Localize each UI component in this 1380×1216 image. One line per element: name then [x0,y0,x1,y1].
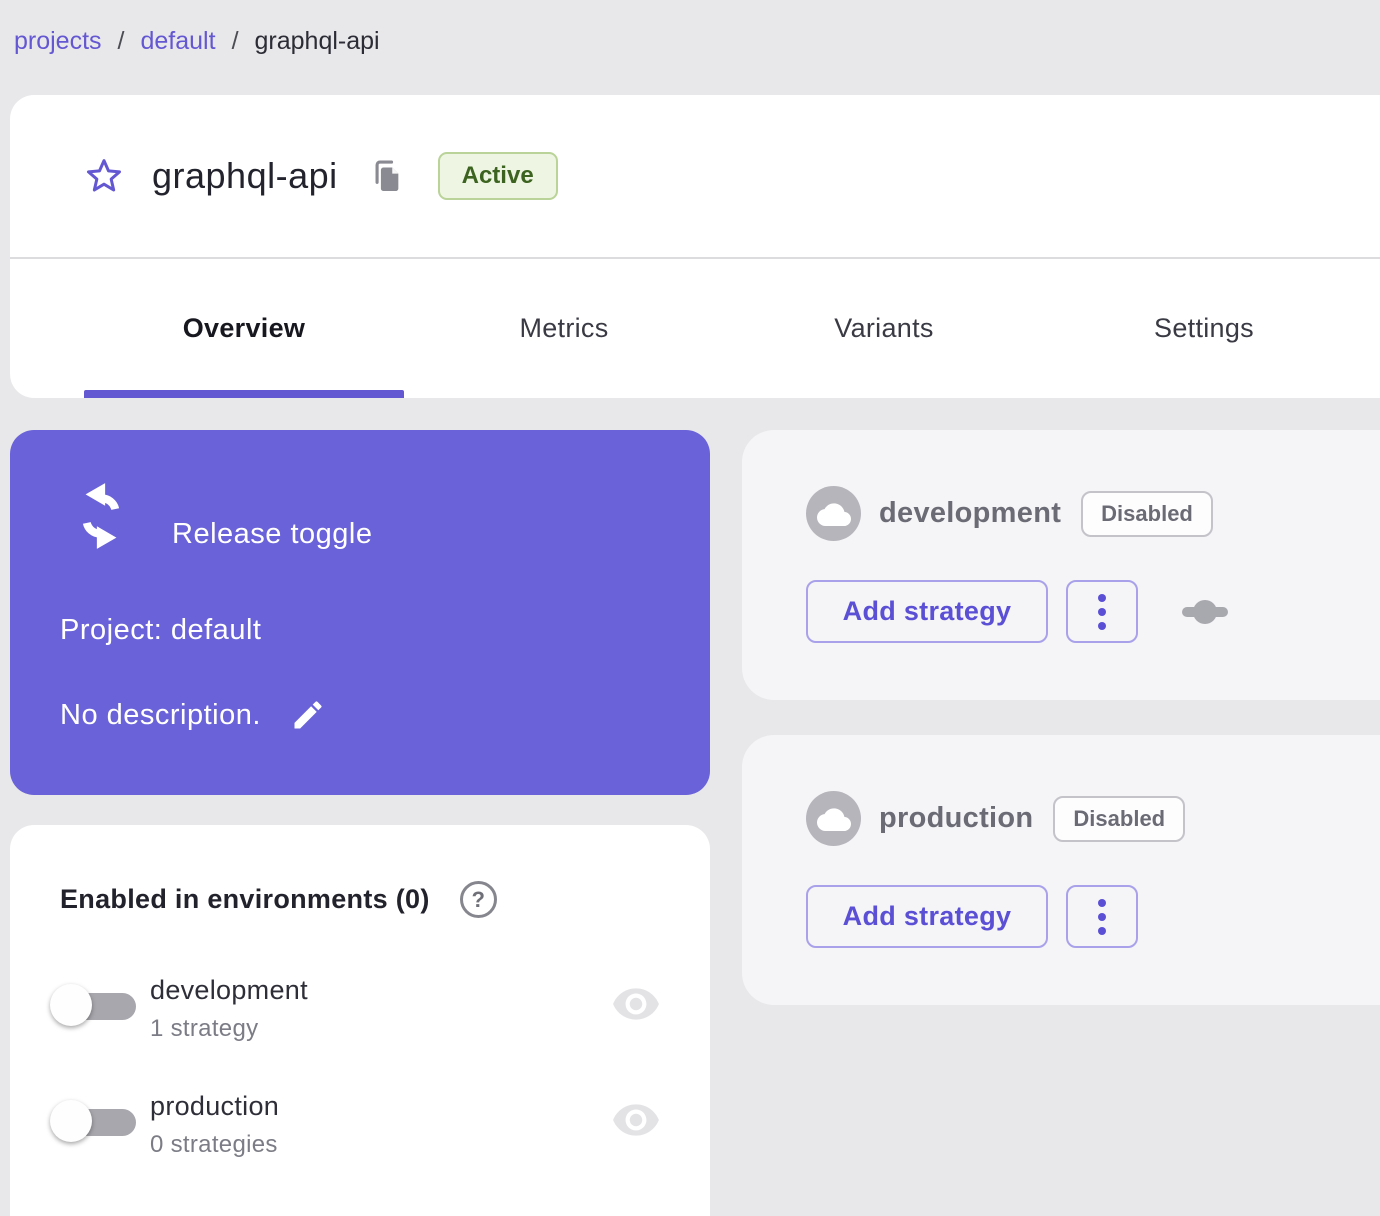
toggle-switch-production[interactable] [48,1097,148,1147]
tab-bar: Overview Metrics Variants Settings [10,259,1380,398]
panel-title: Enabled in environments (0) [60,884,430,914]
breadcrumb: projects / default / graphql-api [14,27,380,56]
toggle-type-label: Release toggle [172,518,373,550]
cloud-icon [806,486,861,541]
strategy-count: 0 strategies [150,1131,278,1158]
environment-header: development Disabled [806,486,1213,541]
environment-card-production: production Disabled Add strategy [742,735,1380,1005]
toggle-description-row: No description. [60,696,327,734]
row-labels: production 0 strategies [150,1091,279,1159]
add-strategy-button[interactable]: Add strategy [806,885,1048,948]
environment-name: production [150,1091,280,1121]
refresh-icon [68,480,134,552]
environment-toggle-row-production: production 0 strategies [10,1089,710,1179]
toggle-switch-development[interactable] [48,981,148,1031]
favorite-star-icon[interactable] [84,156,124,196]
environment-toggle-row-development: development 1 strategy [10,973,710,1063]
feature-title-row: graphql-api Active [10,95,1380,257]
strategy-count: 1 strategy [150,1015,259,1042]
cloud-icon [806,791,861,846]
environment-name: development [879,497,1062,529]
tab-variants[interactable]: Variants [724,259,1044,398]
help-icon[interactable]: ? [459,881,497,918]
environment-status-badge: Disabled [1053,795,1186,842]
breadcrumb-default[interactable]: default [141,27,216,56]
enabled-environments-panel: Enabled in environments (0) ? developmen… [10,825,710,1216]
environment-card-development: development Disabled Add strategy [742,430,1380,700]
tab-overview[interactable]: Overview [84,259,404,398]
panel-header: Enabled in environments (0) ? [60,881,497,918]
eye-icon[interactable] [611,1103,661,1139]
environment-actions: Add strategy [806,885,1138,948]
environment-name: production [879,802,1034,834]
feature-header-card: graphql-api Active Overview Metrics Vari… [10,95,1380,398]
tab-settings[interactable]: Settings [1044,259,1364,398]
copy-icon[interactable] [370,157,404,195]
row-labels: development 1 strategy [150,975,308,1043]
environment-header: production Disabled [806,791,1186,846]
environment-actions: Add strategy [806,580,1228,643]
edit-pencil-icon[interactable] [289,696,327,734]
breadcrumb-current: graphql-api [254,27,380,55]
status-badge: Active [437,152,558,200]
tab-metrics[interactable]: Metrics [404,259,724,398]
slider-icon [1182,599,1228,625]
environment-name: development [150,975,308,1005]
environment-status-badge: Disabled [1081,490,1213,537]
kebab-menu-button[interactable] [1066,580,1138,643]
breadcrumb-separator: / [117,27,125,55]
page-title: graphql-api [152,155,338,196]
kebab-menu-button[interactable] [1066,885,1138,948]
toggle-project-label: Project: default [60,614,262,646]
eye-icon[interactable] [611,987,661,1023]
active-tab-indicator [84,390,404,398]
feature-info-card: Release toggle Project: default No descr… [10,430,710,795]
breadcrumb-separator: / [231,27,239,55]
add-strategy-button[interactable]: Add strategy [806,580,1048,643]
breadcrumb-projects[interactable]: projects [14,27,102,56]
toggle-description: No description. [60,698,261,731]
